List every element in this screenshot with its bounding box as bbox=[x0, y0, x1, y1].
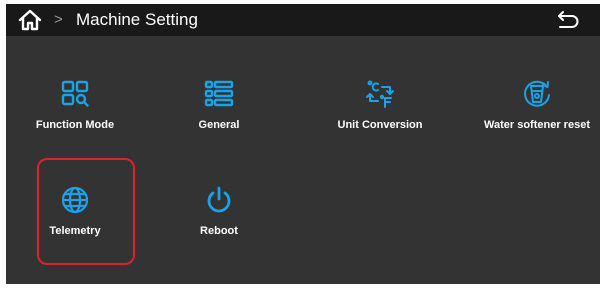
back-arrow-icon[interactable] bbox=[556, 10, 580, 30]
unit-conversion-icon bbox=[366, 80, 394, 108]
page-title: Machine Setting bbox=[76, 10, 198, 29]
header-bar: > Machine Setting bbox=[6, 4, 600, 36]
power-icon bbox=[207, 186, 231, 213]
tile-unit-conversion[interactable]: Unit Conversion bbox=[320, 79, 440, 149]
selection-highlight bbox=[37, 158, 135, 265]
machine-setting-screen: > Machine Setting Function Mode General … bbox=[6, 4, 600, 284]
general-list-icon bbox=[204, 80, 234, 107]
tile-label: Unit Conversion bbox=[337, 119, 423, 131]
tile-label: Reboot bbox=[200, 225, 238, 237]
tile-label: Function Mode bbox=[35, 119, 115, 131]
tile-label: Water softener reset bbox=[484, 119, 590, 131]
tile-label: General bbox=[198, 119, 240, 131]
tile-general[interactable]: General bbox=[159, 79, 279, 149]
water-softener-icon bbox=[524, 80, 550, 107]
breadcrumb-separator: > bbox=[54, 11, 63, 28]
tile-reboot[interactable]: Reboot bbox=[159, 185, 279, 255]
tile-water-softener-reset[interactable]: Water softener reset bbox=[472, 79, 602, 149]
home-icon[interactable] bbox=[18, 9, 42, 31]
tile-function-mode[interactable]: Function Mode bbox=[15, 79, 135, 149]
function-mode-icon bbox=[61, 80, 89, 107]
